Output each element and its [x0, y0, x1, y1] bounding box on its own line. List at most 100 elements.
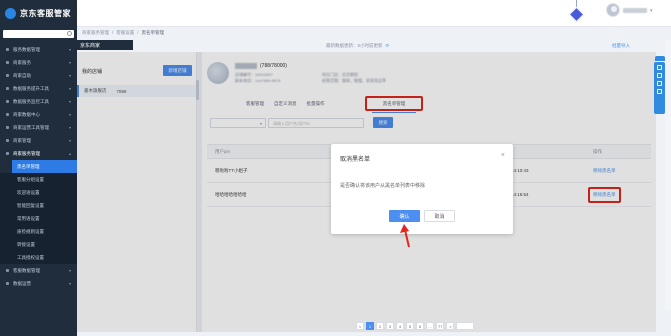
- page-ellipsis-label: …: [428, 323, 432, 329]
- sidebar-subitem-label: 智能回复设置: [17, 202, 44, 208]
- pagination: <1 2 3 4 5 6 … 77 >: [356, 322, 475, 330]
- sidebar-item[interactable]: 数据服务监控工具 ▾: [0, 95, 77, 108]
- sidebar-item[interactable]: 商家管理 ▾: [0, 134, 77, 147]
- prev-page-button-label: <: [358, 323, 362, 329]
- refresh-icon[interactable]: ⟳: [386, 43, 390, 49]
- menu-icon: [6, 87, 9, 90]
- sidebar-subitem[interactable]: 欢迎语设置: [0, 186, 77, 199]
- chevron-down-icon[interactable]: ▾: [650, 8, 653, 14]
- page-button-label: 6: [418, 323, 422, 329]
- confirm-dialog: 取消黑名单 × 是否确认将该用户从黑名单列表中移除 确认 取消: [331, 144, 513, 234]
- sidebar-item[interactable]: 商家运营工具管理 ▾: [0, 121, 77, 134]
- sidebar-subitem[interactable]: 转接设置: [0, 238, 77, 251]
- cancel-button[interactable]: 取消: [424, 210, 455, 222]
- float-toolbar-top: [655, 56, 665, 61]
- chevron-down-icon: ▾: [68, 138, 71, 143]
- page-button-label: 4: [398, 323, 402, 329]
- page-jump-input[interactable]: [456, 322, 475, 330]
- sidebar-item-label: 商家管理: [13, 137, 31, 143]
- message-icon[interactable]: [657, 73, 662, 78]
- batch-import-link[interactable]: 批量导入: [612, 43, 630, 49]
- last-page-button-label: 77: [438, 323, 443, 329]
- chevron-down-icon: ▾: [68, 268, 71, 273]
- page-button-label: 2: [378, 323, 382, 329]
- cancel-label: 取消: [434, 213, 445, 220]
- logo-text: 京东客服管家: [20, 9, 71, 18]
- page-button[interactable]: 3: [386, 322, 394, 330]
- app-logo[interactable]: 京东客服管家: [0, 0, 77, 27]
- sidebar-item[interactable]: 数据运营 ▾: [0, 277, 77, 290]
- menu-icon: [6, 152, 9, 155]
- sidebar-item-label: 客服数据管理: [13, 267, 40, 273]
- sidebar-subitem-label: 转接设置: [17, 241, 35, 247]
- menu-icon: [6, 48, 9, 51]
- user-name-redacted[interactable]: [623, 8, 647, 13]
- float-toolbar: [654, 62, 665, 114]
- breadcrumb-separator: /: [137, 30, 139, 35]
- sidebar-subitem[interactable]: 智能回复设置: [0, 199, 77, 212]
- sidebar-subitem-label: 工具授权设置: [17, 254, 44, 260]
- sidebar-item[interactable]: 商家服务 ▾: [0, 56, 77, 69]
- sidebar-item-label: 商家服务管理: [13, 150, 40, 156]
- close-icon[interactable]: ×: [501, 152, 505, 159]
- sync-text: 最新数据更新：5小时前更新: [326, 43, 383, 48]
- page-tab[interactable]: 京东商家: [77, 40, 133, 50]
- logo-mark-icon: [5, 8, 16, 19]
- sidebar-subitem[interactable]: 黑名单管理: [12, 160, 77, 173]
- breadcrumb-item[interactable]: 客服设置: [116, 30, 134, 36]
- sidebar-item[interactable]: 数据服务提升工具 ▾: [0, 82, 77, 95]
- menu-icon: [6, 126, 9, 129]
- page-ellipsis[interactable]: …: [426, 322, 434, 330]
- sidebar-item[interactable]: 商家数据中心 ▾: [0, 108, 77, 121]
- sidebar-subitem[interactable]: 质检规则设置: [0, 225, 77, 238]
- page-button-label: 3: [388, 323, 392, 329]
- page-button[interactable]: 6: [416, 322, 424, 330]
- page-button[interactable]: 4: [396, 322, 404, 330]
- chevron-down-icon: ▾: [68, 60, 71, 65]
- sidebar-search-input[interactable]: [3, 30, 74, 38]
- annotation-arrow-icon: [400, 224, 410, 248]
- right-edge-strip: [665, 40, 671, 310]
- service-icon[interactable]: [657, 65, 662, 70]
- sidebar-subitem[interactable]: 客服分组设置: [0, 173, 77, 186]
- menu-icon: [6, 100, 9, 103]
- sidebar-item[interactable]: 客服数据管理 ▾: [0, 264, 77, 277]
- next-page-button[interactable]: >: [446, 322, 455, 330]
- user-avatar[interactable]: [606, 3, 620, 17]
- last-page-button[interactable]: 77: [436, 322, 445, 330]
- menu-icon: [6, 269, 9, 272]
- sidebar-item-label: 数据服务提升工具: [13, 85, 49, 91]
- chevron-down-icon: ▾: [68, 125, 71, 130]
- chevron-down-icon: ▾: [68, 281, 71, 286]
- chevron-down-icon: ▾: [68, 73, 71, 78]
- chevron-up-icon: ▴: [68, 151, 71, 156]
- sidebar-subitem-label: 黑名单管理: [17, 163, 40, 169]
- chevron-down-icon: ▾: [68, 99, 71, 104]
- sidebar-item-label: 数据服务监控工具: [13, 98, 49, 104]
- sidebar-item-label: 商家服务: [13, 59, 31, 65]
- sidebar-item[interactable]: 商家服务管理 ▴: [0, 147, 77, 160]
- dialog-message-text: 是否确认将该用户从黑名单列表中移除: [340, 183, 426, 189]
- page-button-label: 1: [368, 323, 372, 329]
- dialog-title: 取消黑名单: [340, 157, 371, 163]
- top-icon[interactable]: [657, 89, 662, 94]
- diamond-icon[interactable]: [568, 6, 585, 23]
- menu-icon: [6, 113, 9, 116]
- sidebar-item[interactable]: 商家自助 ▾: [0, 69, 77, 82]
- sidebar: 服务数据管理 ▾ 商家服务 ▾ 商家自助 ▾ 数据服务提升工具 ▾ 数据服务监控工具 ▾ 商家数据中…: [0, 27, 77, 336]
- sidebar-item[interactable]: 服务数据管理 ▾: [0, 43, 77, 56]
- sidebar-subitem-label: 欢迎语设置: [17, 189, 40, 195]
- chevron-down-icon: ▾: [68, 86, 71, 91]
- page-button[interactable]: 2: [376, 322, 384, 330]
- help-icon[interactable]: [657, 81, 662, 86]
- sidebar-subitem[interactable]: 常用语设置: [0, 212, 77, 225]
- sidebar-item-label: 数据运营: [13, 280, 31, 286]
- prev-page-button[interactable]: <: [356, 322, 364, 330]
- page-button[interactable]: 5: [406, 322, 414, 330]
- top-bar: 京东客服管家 ▾: [0, 0, 671, 27]
- breadcrumb-item[interactable]: 商家服务管理: [82, 30, 109, 36]
- search-icon: [67, 31, 72, 36]
- page-button[interactable]: 1: [366, 322, 374, 330]
- sidebar-subitem[interactable]: 工具授权设置: [0, 251, 77, 264]
- breadcrumb-separator: /: [112, 30, 114, 35]
